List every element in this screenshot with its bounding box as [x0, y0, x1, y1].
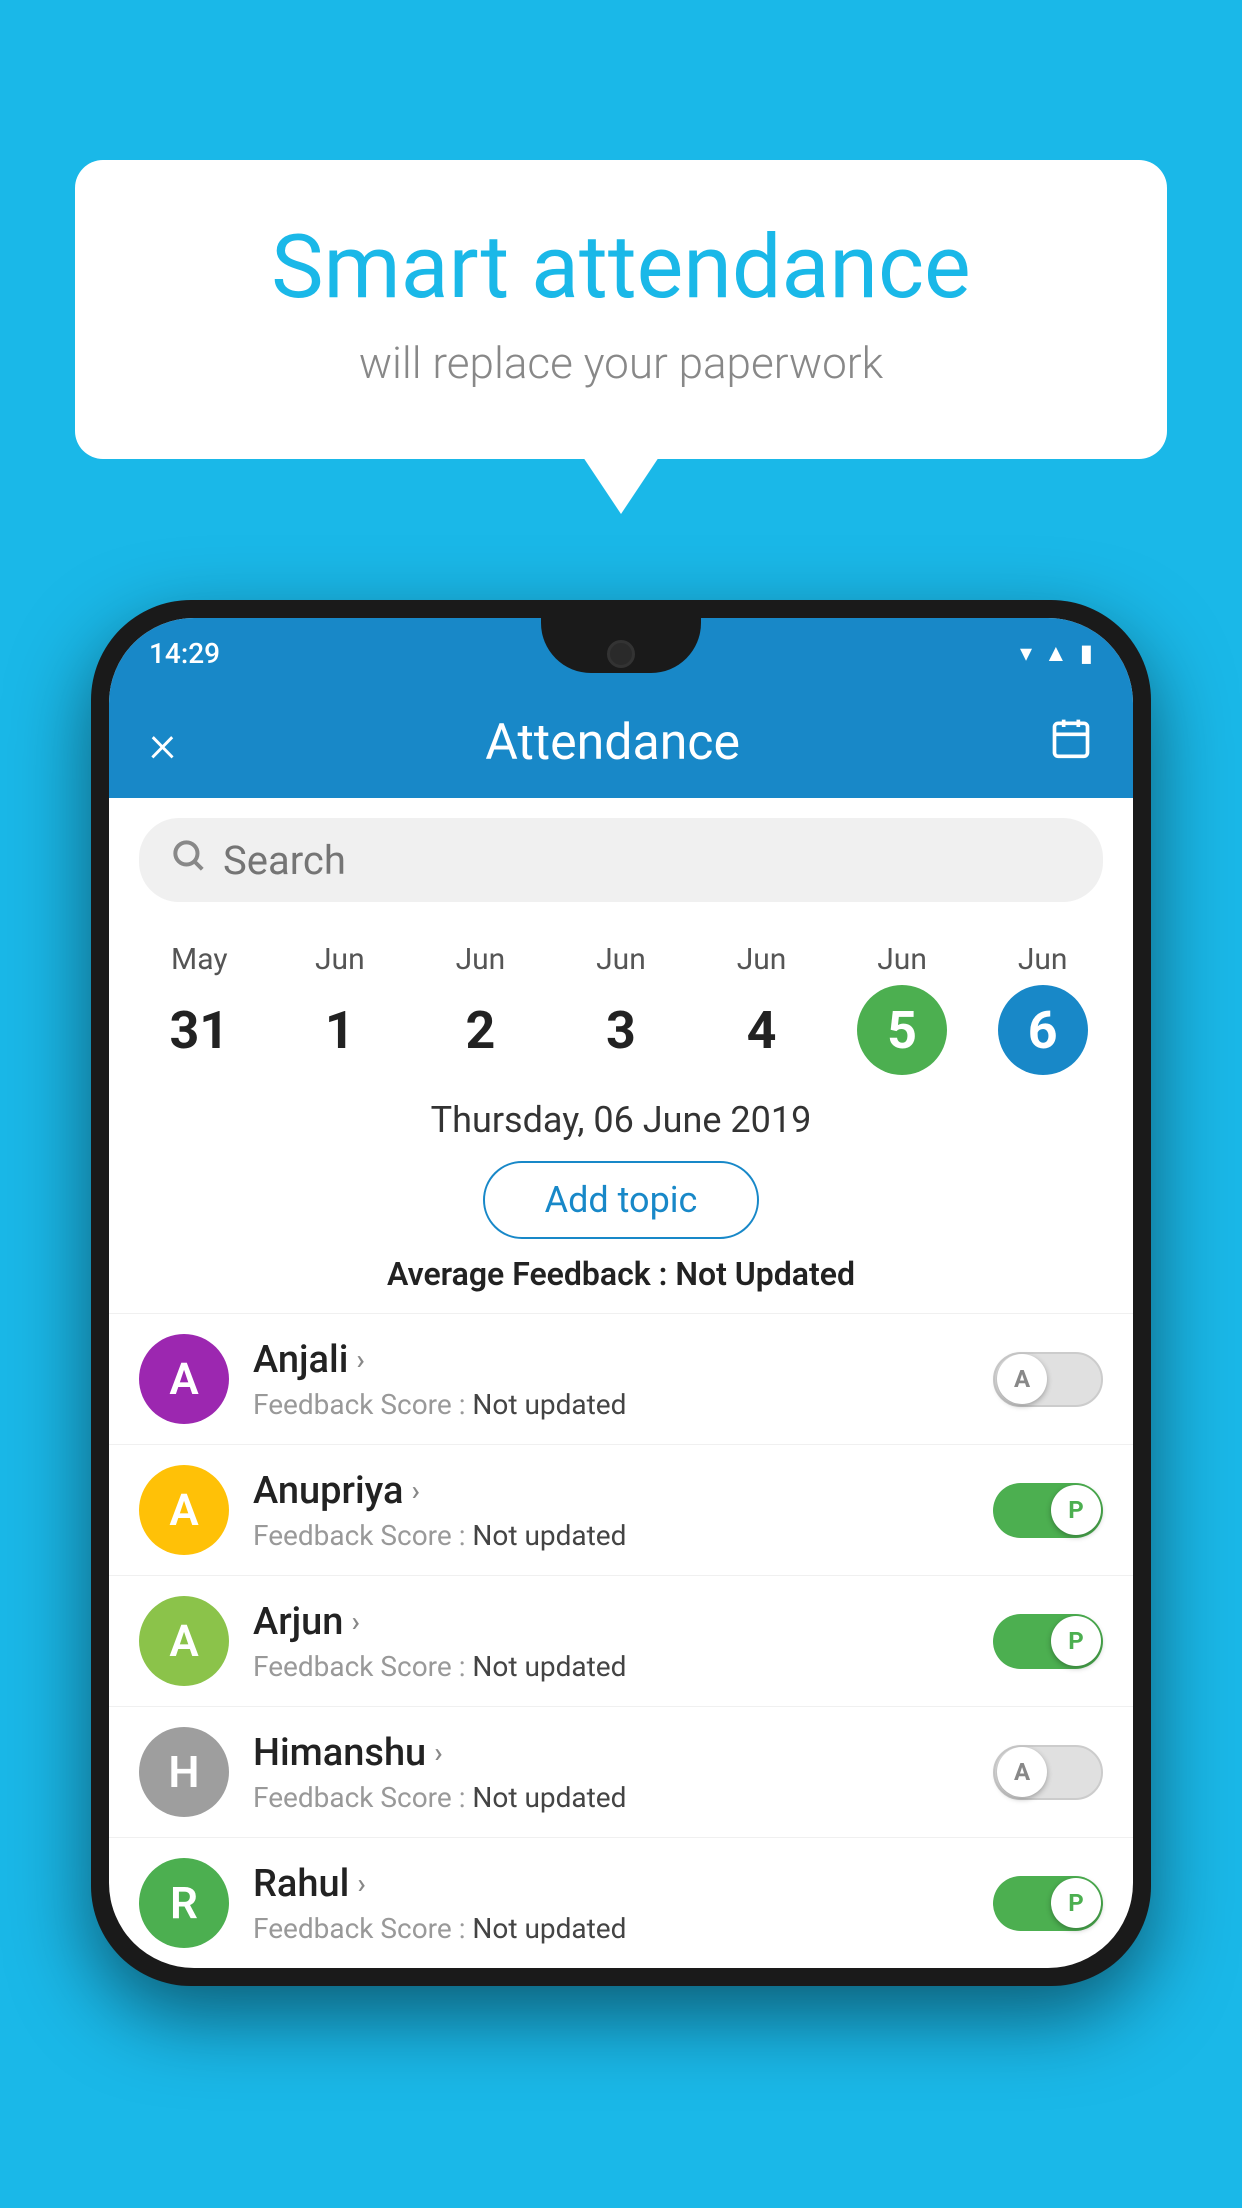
calendar-icon[interactable]	[1049, 716, 1093, 771]
student-info: Anjali › Feedback Score : Not updated	[253, 1338, 969, 1421]
student-name: Anupriya ›	[253, 1469, 969, 1513]
status-bar: 14:29 ▾ ▲ ▮	[109, 618, 1133, 688]
cal-date-number[interactable]: 5	[857, 985, 947, 1075]
toggle-knob: A	[997, 1747, 1047, 1797]
app-header: × Attendance	[109, 688, 1133, 798]
calendar-day[interactable]: Jun 5	[857, 942, 947, 1075]
student-feedback: Feedback Score : Not updated	[253, 1519, 969, 1552]
wifi-icon: ▾	[1020, 639, 1032, 667]
attendance-toggle[interactable]: A	[993, 1745, 1103, 1800]
cal-date-number[interactable]: 4	[717, 985, 807, 1075]
student-info: Rahul › Feedback Score : Not updated	[253, 1862, 969, 1945]
cal-date-number[interactable]: 1	[295, 985, 385, 1075]
camera	[607, 640, 635, 668]
student-info: Himanshu › Feedback Score : Not updated	[253, 1731, 969, 1814]
student-info: Anupriya › Feedback Score : Not updated	[253, 1469, 969, 1552]
phone-notch	[541, 618, 701, 673]
student-info: Arjun › Feedback Score : Not updated	[253, 1600, 969, 1683]
cal-month-label: Jun	[596, 942, 646, 977]
phone-outer-shell: 14:29 ▾ ▲ ▮ × Attendance	[91, 600, 1151, 1986]
speech-subtitle: will replace your paperwork	[155, 337, 1087, 389]
student-avatar: A	[139, 1465, 229, 1555]
speech-title: Smart attendance	[155, 220, 1087, 317]
attendance-toggle[interactable]: P	[993, 1614, 1103, 1669]
battery-icon: ▮	[1080, 639, 1093, 667]
student-feedback: Feedback Score : Not updated	[253, 1912, 969, 1945]
search-input[interactable]	[223, 837, 1073, 884]
cal-month-label: May	[171, 942, 227, 977]
calendar-day[interactable]: Jun 6	[998, 942, 1088, 1075]
student-name: Anjali ›	[253, 1338, 969, 1382]
student-name: Himanshu ›	[253, 1731, 969, 1775]
calendar-day[interactable]: Jun 4	[717, 942, 807, 1075]
chevron-right-icon: ›	[411, 1474, 419, 1507]
cal-month-label: Jun	[737, 942, 787, 977]
student-item[interactable]: A Anupriya › Feedback Score : Not updated P	[109, 1444, 1133, 1575]
calendar-day[interactable]: May 31	[154, 942, 244, 1075]
signal-icon: ▲	[1044, 639, 1068, 668]
status-icons: ▾ ▲ ▮	[1020, 639, 1093, 668]
calendar-strip: May 31 Jun 1 Jun 2 Jun 3 Jun 4 Jun 5 Jun 6	[109, 922, 1133, 1085]
cal-date-number[interactable]: 6	[998, 985, 1088, 1075]
toggle-knob: P	[1051, 1616, 1101, 1666]
toggle-knob: A	[997, 1354, 1047, 1404]
chevron-right-icon: ›	[357, 1867, 365, 1900]
calendar-day[interactable]: Jun 1	[295, 942, 385, 1075]
search-icon	[169, 836, 207, 884]
cal-date-number[interactable]: 31	[154, 985, 244, 1075]
chevron-right-icon: ›	[356, 1343, 364, 1376]
cal-date-number[interactable]: 2	[435, 985, 525, 1075]
cal-date-number[interactable]: 3	[576, 985, 666, 1075]
calendar-day[interactable]: Jun 3	[576, 942, 666, 1075]
search-bar[interactable]	[139, 818, 1103, 902]
avg-feedback-value: Not Updated	[675, 1255, 855, 1293]
student-avatar: A	[139, 1596, 229, 1686]
student-feedback: Feedback Score : Not updated	[253, 1781, 969, 1814]
student-name: Rahul ›	[253, 1862, 969, 1906]
chevron-right-icon: ›	[434, 1736, 442, 1769]
attendance-toggle[interactable]: P	[993, 1876, 1103, 1931]
cal-month-label: Jun	[1018, 942, 1068, 977]
student-avatar: H	[139, 1727, 229, 1817]
student-feedback: Feedback Score : Not updated	[253, 1650, 969, 1683]
student-item[interactable]: H Himanshu › Feedback Score : Not updated A	[109, 1706, 1133, 1837]
student-avatar: R	[139, 1858, 229, 1948]
add-topic-button[interactable]: Add topic	[483, 1161, 760, 1239]
student-name: Arjun ›	[253, 1600, 969, 1644]
cal-month-label: Jun	[877, 942, 927, 977]
speech-bubble: Smart attendance will replace your paper…	[75, 160, 1167, 459]
cal-month-label: Jun	[315, 942, 365, 977]
chevron-right-icon: ›	[351, 1605, 359, 1638]
header-title: Attendance	[485, 714, 740, 772]
average-feedback: Average Feedback : Not Updated	[109, 1255, 1133, 1293]
student-avatar: A	[139, 1334, 229, 1424]
student-list: AAnjali ›Feedback Score : Not updatedAAA…	[109, 1313, 1133, 1968]
calendar-day[interactable]: Jun 2	[435, 942, 525, 1075]
cal-month-label: Jun	[456, 942, 506, 977]
attendance-toggle[interactable]: A	[993, 1352, 1103, 1407]
toggle-knob: P	[1051, 1878, 1101, 1928]
toggle-knob: P	[1051, 1485, 1101, 1535]
student-item[interactable]: R Rahul › Feedback Score : Not updated P	[109, 1837, 1133, 1968]
phone-device: 14:29 ▾ ▲ ▮ × Attendance	[91, 600, 1151, 1986]
student-item[interactable]: A Arjun › Feedback Score : Not updated P	[109, 1575, 1133, 1706]
student-feedback: Feedback Score : Not updated	[253, 1388, 969, 1421]
attendance-toggle[interactable]: P	[993, 1483, 1103, 1538]
selected-date: Thursday, 06 June 2019	[109, 1085, 1133, 1151]
close-button[interactable]: ×	[149, 713, 176, 774]
student-item[interactable]: A Anjali › Feedback Score : Not updated A	[109, 1313, 1133, 1444]
status-time: 14:29	[149, 637, 220, 670]
phone-screen: 14:29 ▾ ▲ ▮ × Attendance	[109, 618, 1133, 1968]
avg-feedback-label: Average Feedback :	[387, 1255, 675, 1293]
